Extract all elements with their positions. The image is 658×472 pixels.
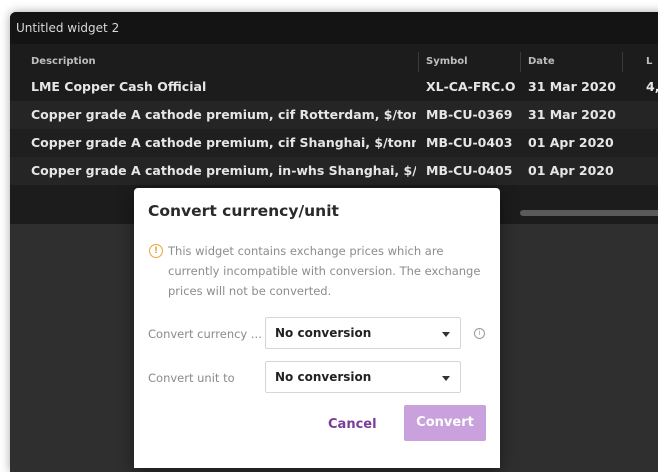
column-divider[interactable] [622, 52, 623, 72]
cell-date: 31 Mar 2020 [528, 107, 616, 122]
column-divider[interactable] [520, 52, 521, 72]
col-header-description[interactable]: Description [31, 52, 416, 72]
widget-title: Untitled widget 2 [10, 12, 658, 44]
convert-button[interactable]: Convert [404, 405, 486, 441]
convert-dialog: Convert currency/unit ! This widget cont… [134, 188, 500, 468]
currency-select[interactable]: No conversion [265, 317, 461, 349]
currency-label: Convert currency ... [148, 327, 262, 341]
cell-symbol: XL-CA-FRC.O [426, 79, 516, 94]
cancel-button[interactable]: Cancel [328, 412, 377, 438]
col-header-last[interactable]: L [646, 52, 658, 72]
table-row[interactable]: Copper grade A cathode premium, cif Rott… [10, 101, 658, 129]
cell-date: 01 Apr 2020 [528, 163, 614, 178]
cell-description: Copper grade A cathode premium, cif Rott… [31, 107, 416, 122]
warning-circle-icon: ! [149, 244, 163, 258]
unit-select[interactable]: No conversion [265, 361, 461, 393]
currency-value: No conversion [275, 326, 372, 340]
table-row[interactable]: Copper grade A cathode premium, cif Shan… [10, 129, 658, 157]
unit-label: Convert unit to [148, 371, 235, 385]
cell-symbol: MB-CU-0369 [426, 107, 513, 122]
grid-header: Description Symbol Date L [10, 52, 658, 72]
cell-description: Copper grade A cathode premium, cif Shan… [31, 135, 416, 150]
cell-description: LME Copper Cash Official [31, 79, 207, 94]
warning-message: This widget contains exchange prices whi… [168, 244, 481, 298]
cell-last: 4, [646, 79, 658, 94]
unit-value: No conversion [275, 370, 372, 384]
table-row[interactable]: Copper grade A cathode premium, in-whs S… [10, 157, 658, 185]
table-row[interactable]: LME Copper Cash Official XL-CA-FRC.O 31 … [10, 73, 658, 101]
horizontal-scrollbar[interactable] [520, 210, 658, 216]
cell-description: Copper grade A cathode premium, in-whs S… [31, 163, 416, 178]
dialog-title: Convert currency/unit [148, 202, 339, 220]
col-header-symbol[interactable]: Symbol [426, 52, 518, 72]
cell-date: 01 Apr 2020 [528, 135, 614, 150]
chevron-down-icon [442, 376, 450, 381]
cell-symbol: MB-CU-0403 [426, 135, 513, 150]
cell-symbol: MB-CU-0405 [426, 163, 513, 178]
column-divider[interactable] [418, 52, 419, 72]
cell-date: 31 Mar 2020 [528, 79, 616, 94]
chevron-down-icon [442, 332, 450, 337]
info-icon[interactable]: i [474, 328, 485, 339]
col-header-date[interactable]: Date [528, 52, 620, 72]
